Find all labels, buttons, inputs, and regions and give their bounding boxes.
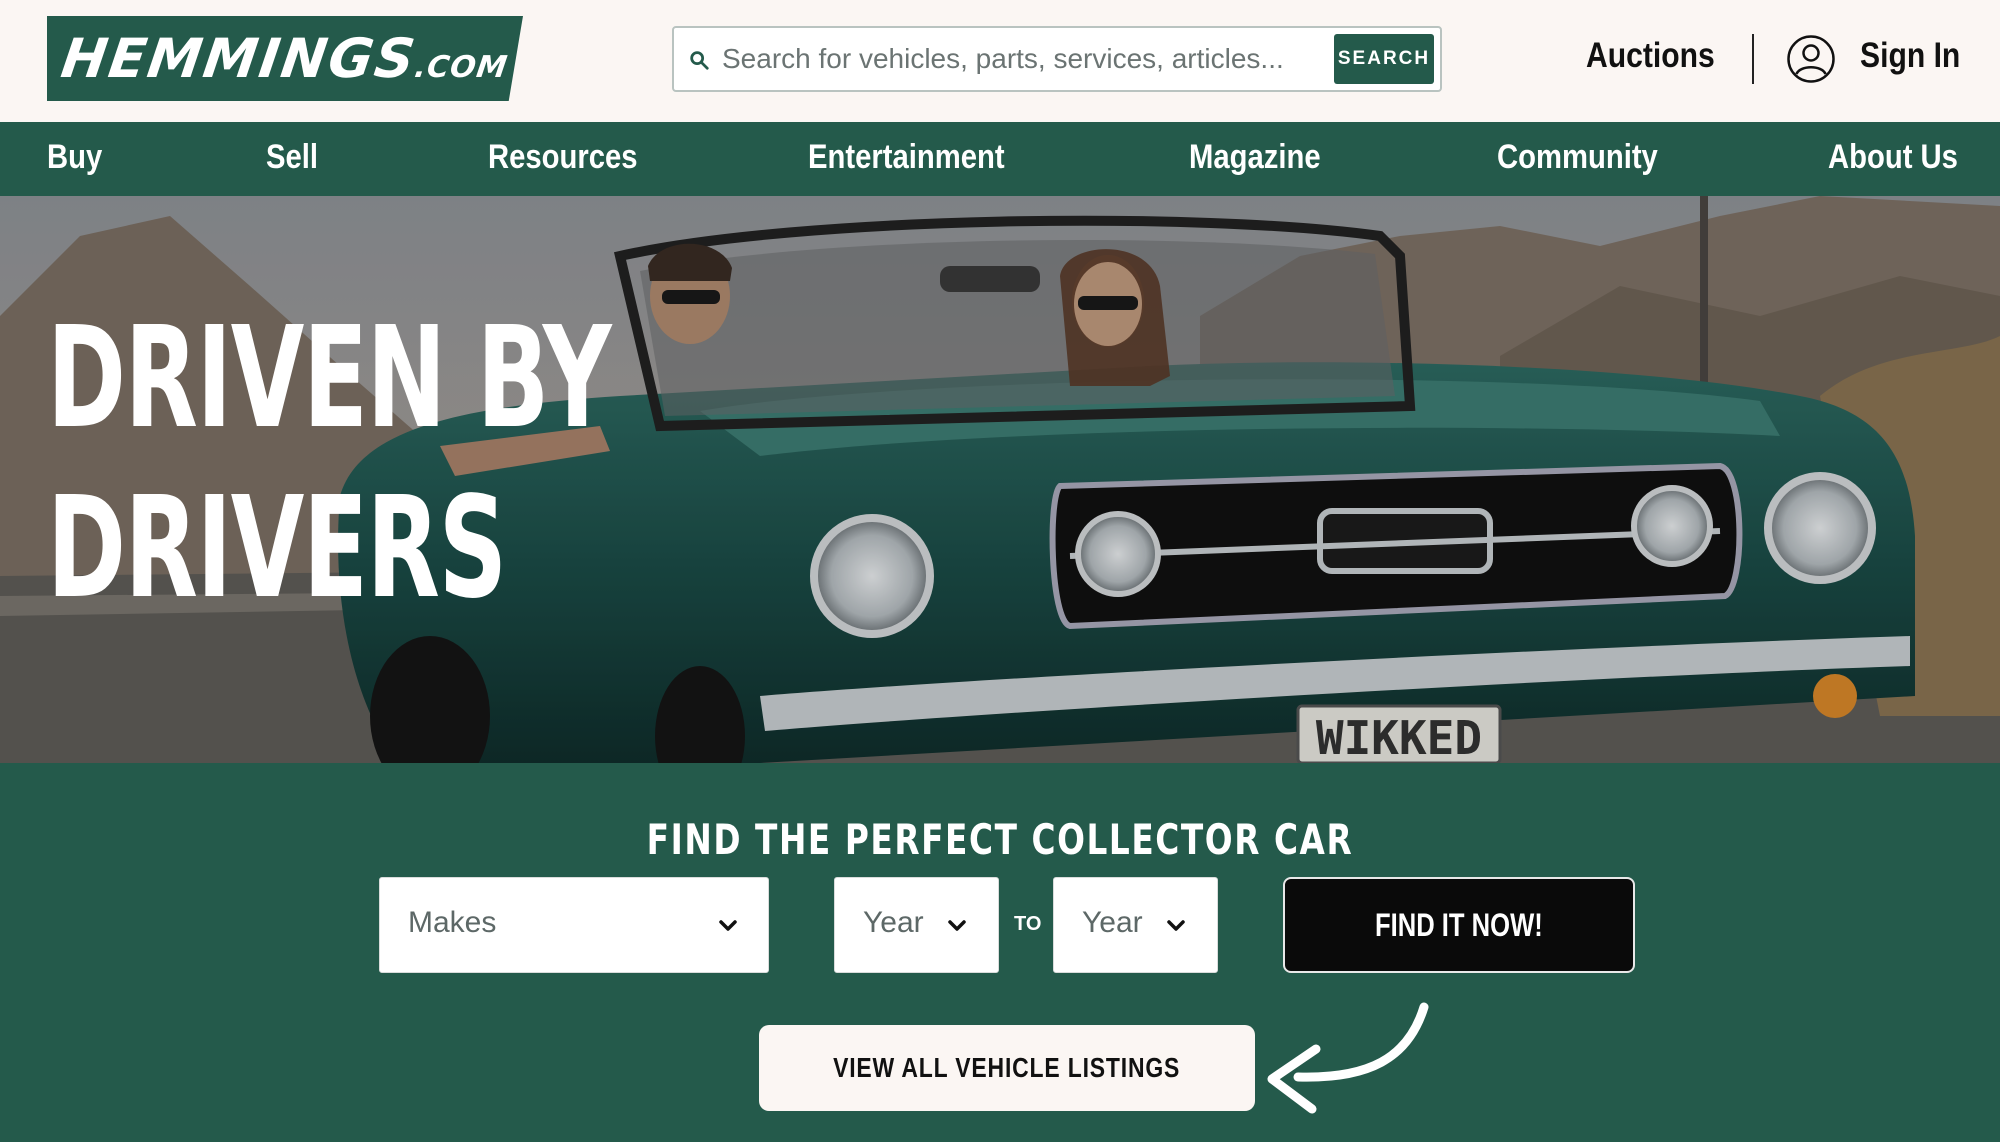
view-all-listings-button[interactable]: VIEW ALL VEHICLE LISTINGS	[759, 1025, 1255, 1111]
find-button-label: FIND IT NOW!	[1375, 906, 1543, 943]
chevron-down-icon	[1167, 920, 1185, 931]
search-input[interactable]	[722, 38, 1302, 80]
chevron-down-icon	[719, 920, 737, 931]
finder-title: FIND THE PERFECT COLLECTOR CAR	[0, 815, 2000, 864]
logo-main-text: HEMMINGS	[57, 27, 421, 90]
finder-title-text: FIND THE PERFECT COLLECTOR CAR	[646, 815, 1354, 864]
find-it-now-button[interactable]: FIND IT NOW!	[1283, 877, 1635, 973]
makes-select[interactable]: Makes	[379, 877, 769, 973]
hemmings-logo[interactable]: HEMMINGS.COM	[47, 16, 523, 101]
chevron-down-icon	[948, 920, 966, 931]
makes-select-label: Makes	[408, 906, 497, 939]
hero-banner: WIKKED DRIVEN BY DRIVERS	[0, 196, 2000, 763]
logo-suffix-text: .COM	[411, 50, 510, 85]
year-from-select[interactable]: Year	[834, 877, 999, 973]
auctions-link[interactable]: Auctions	[1586, 36, 1715, 76]
year-to-select[interactable]: Year	[1053, 877, 1218, 973]
search-button[interactable]: SEARCH	[1334, 34, 1434, 84]
nav-item-community[interactable]: Community	[1497, 138, 1658, 177]
nav-item-magazine[interactable]: Magazine	[1189, 138, 1321, 177]
search-icon	[690, 51, 709, 70]
nav-item-resources[interactable]: Resources	[488, 138, 638, 177]
year-range-to-label: TO	[1014, 913, 1042, 935]
nav-item-entertainment[interactable]: Entertainment	[808, 138, 1005, 177]
nav-item-buy[interactable]: Buy	[47, 138, 102, 177]
sign-in-link[interactable]: Sign In	[1860, 36, 1960, 76]
header-divider	[1752, 34, 1754, 84]
year-from-label: Year	[863, 906, 924, 939]
search-bar: SEARCH	[672, 26, 1442, 92]
nav-item-about-us[interactable]: About Us	[1828, 138, 1958, 177]
main-nav: Buy Sell Resources Entertainment Magazin…	[0, 122, 2000, 196]
curved-arrow-icon	[1267, 1002, 1429, 1114]
hero-heading-line-1: DRIVEN BY	[47, 297, 612, 460]
hero-heading-line-2: DRIVERS	[47, 467, 507, 630]
view-all-label: VIEW ALL VEHICLE LISTINGS	[833, 1052, 1181, 1083]
site-header: HEMMINGS.COM SEARCH Auctions Sign In	[0, 0, 2000, 122]
user-icon[interactable]	[1786, 34, 1836, 84]
year-to-label: Year	[1082, 906, 1143, 939]
car-finder: FIND THE PERFECT COLLECTOR CAR Makes Yea…	[0, 763, 2000, 1142]
hero-heading: DRIVEN BY DRIVERS	[47, 294, 612, 634]
logo-text: HEMMINGS.COM	[57, 27, 513, 90]
nav-item-sell[interactable]: Sell	[266, 138, 318, 177]
